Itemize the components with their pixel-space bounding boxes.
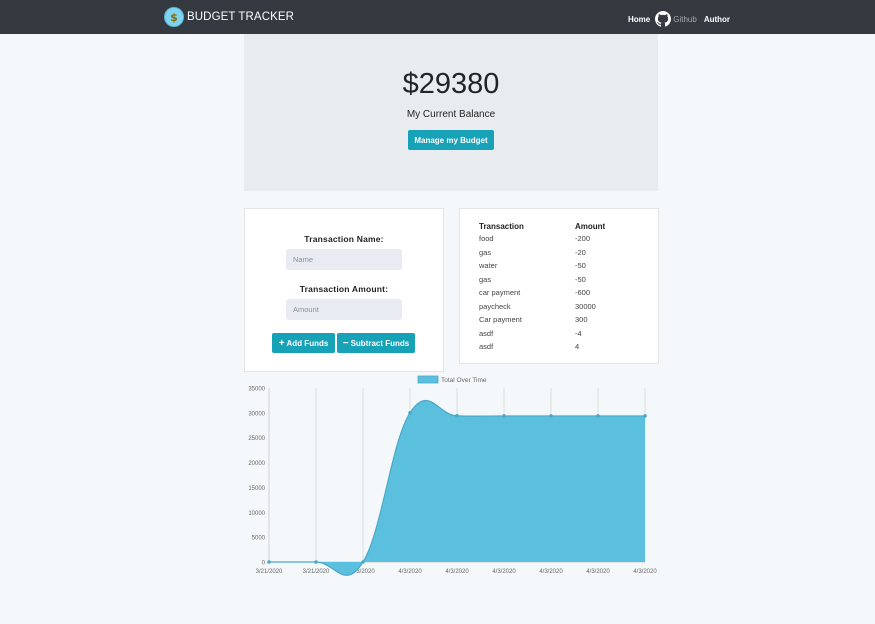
transaction-amount-cell: 30000 bbox=[575, 301, 596, 311]
transaction-amount-cell: -4 bbox=[575, 328, 582, 338]
data-point bbox=[549, 414, 553, 418]
transaction-name-cell: gas bbox=[479, 247, 492, 257]
nav-github-link[interactable]: Github bbox=[655, 11, 697, 27]
table-row: water -50 bbox=[479, 259, 605, 273]
table-row: gas -20 bbox=[479, 246, 605, 260]
y-tick-label: 30000 bbox=[248, 411, 265, 417]
transactions-panel: Transaction Amount food -200 gas -20 water -5… bbox=[459, 208, 659, 364]
data-point bbox=[455, 414, 459, 418]
transaction-amount-cell: -50 bbox=[575, 274, 586, 284]
table-row: asdf -4 bbox=[479, 327, 605, 341]
transaction-amount-cell: -20 bbox=[575, 247, 586, 257]
transaction-name-cell: food bbox=[479, 234, 494, 244]
x-tick-label: 4/3/2020 bbox=[633, 569, 657, 575]
transaction-name-cell: water bbox=[479, 261, 498, 271]
table-row: car payment -600 bbox=[479, 286, 605, 300]
transaction-amount-input[interactable] bbox=[286, 299, 402, 320]
add-funds-button[interactable]: + Add Funds bbox=[272, 333, 335, 353]
navbar: $ BUDGET TRACKER Home Github Author bbox=[0, 0, 875, 34]
table-header-row: Transaction Amount bbox=[479, 221, 605, 232]
x-tick-label: 4/3/2020 bbox=[445, 569, 469, 575]
nav-github-label: Github bbox=[673, 14, 697, 24]
table-row: Car payment 300 bbox=[479, 313, 605, 327]
transaction-amount-cell: -200 bbox=[575, 234, 591, 244]
transaction-amount-cell: -600 bbox=[575, 288, 591, 298]
transaction-amount-cell: -50 bbox=[575, 261, 586, 271]
money-bag-icon: $ bbox=[164, 7, 184, 27]
x-tick-label: 3/21/2020 bbox=[303, 569, 330, 575]
data-point bbox=[314, 560, 318, 564]
y-tick-label: 10000 bbox=[248, 511, 265, 517]
column-header-transaction: Transaction bbox=[479, 222, 524, 231]
transactions-table: Transaction Amount food -200 gas -20 water -5… bbox=[479, 221, 605, 354]
brand[interactable]: $ BUDGET TRACKER bbox=[164, 7, 294, 27]
column-header-amount: Amount bbox=[575, 222, 606, 231]
x-tick-label: 4/3/2020 bbox=[586, 569, 610, 575]
data-point bbox=[596, 414, 600, 418]
plus-icon: + bbox=[278, 337, 285, 349]
nav-links: Home Github Author bbox=[628, 11, 730, 27]
total-over-time-chart: 0 5000 10000 15000 20000 25000 30000 35000 3/21/… bbox=[248, 375, 657, 576]
manage-budget-button[interactable]: Manage my Budget bbox=[408, 130, 494, 150]
brand-title[interactable]: BUDGET TRACKER bbox=[187, 11, 294, 23]
transaction-name-cell: asdf bbox=[479, 328, 494, 338]
table-row: gas -50 bbox=[479, 273, 605, 287]
table-row: asdf 4 bbox=[479, 340, 605, 354]
add-funds-label: Add Funds bbox=[286, 338, 329, 348]
transaction-name-label: Transaction Name: bbox=[304, 234, 384, 244]
transaction-name-cell: car payment bbox=[479, 288, 521, 298]
transaction-name-cell: gas bbox=[479, 274, 492, 284]
data-point bbox=[267, 560, 271, 564]
y-tick-label: 15000 bbox=[248, 486, 265, 492]
legend-swatch bbox=[417, 375, 439, 384]
data-point bbox=[643, 414, 647, 418]
legend-label: Total Over Time bbox=[441, 377, 487, 384]
subtract-funds-label: Subtract Funds bbox=[350, 338, 410, 348]
transaction-form: Transaction Name: Transaction Amount: + … bbox=[244, 208, 444, 372]
x-tick-label: 4/3/2020 bbox=[492, 569, 516, 575]
series-area bbox=[269, 400, 645, 576]
x-tick-label: 4/3/2020 bbox=[539, 569, 563, 575]
y-tick-label: 20000 bbox=[248, 461, 265, 467]
transaction-amount-label: Transaction Amount: bbox=[299, 284, 389, 294]
subtract-funds-button[interactable]: − Subtract Funds bbox=[337, 333, 415, 353]
transaction-name-cell: asdf bbox=[479, 342, 494, 352]
transaction-name-cell: paycheck bbox=[479, 301, 511, 311]
current-balance: $29380 bbox=[402, 68, 500, 100]
minus-icon: − bbox=[342, 337, 349, 349]
table-row: food -200 bbox=[479, 232, 605, 246]
table-row: paycheck 30000 bbox=[479, 300, 605, 314]
x-tick-label: 4/3/2020 bbox=[398, 569, 422, 575]
balance-panel: $29380 My Current Balance Manage my Budg… bbox=[244, 34, 658, 191]
y-tick-label: 0 bbox=[262, 561, 266, 567]
transaction-amount-cell: 4 bbox=[575, 342, 580, 352]
balance-label: My Current Balance bbox=[406, 109, 496, 120]
data-point bbox=[361, 560, 365, 564]
transaction-amount-cell: 300 bbox=[575, 315, 588, 325]
transaction-name-input[interactable] bbox=[286, 249, 402, 270]
y-tick-label: 25000 bbox=[248, 436, 265, 442]
nav-author-link[interactable]: Author bbox=[704, 15, 730, 24]
data-point bbox=[502, 414, 506, 418]
y-tick-label: 5000 bbox=[252, 536, 266, 542]
nav-home-link[interactable]: Home bbox=[628, 15, 650, 24]
transaction-name-cell: Car payment bbox=[479, 315, 522, 325]
x-tick-label: 3/21/2020 bbox=[256, 569, 283, 575]
github-icon bbox=[655, 11, 672, 27]
data-point bbox=[408, 411, 412, 415]
y-tick-label: 35000 bbox=[248, 387, 265, 393]
